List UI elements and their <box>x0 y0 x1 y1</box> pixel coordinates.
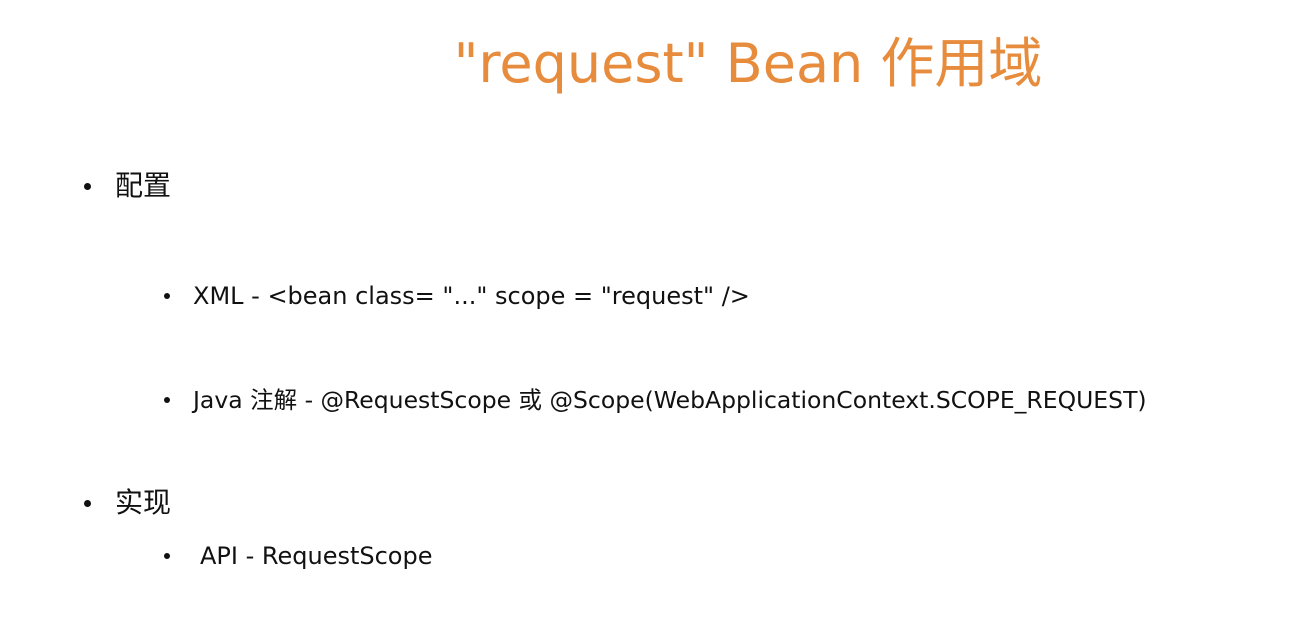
bullet-dot-icon <box>84 182 91 190</box>
bullet-config-label: 配置 <box>115 169 172 202</box>
slide-title: "request" Bean 作用域 <box>453 32 1043 95</box>
sub-bullet-api: API - RequestScope <box>164 538 433 574</box>
sub-bullet-xml-text: XML - <bean class= "..." scope = "reques… <box>193 282 750 310</box>
bullet-dot-icon <box>84 499 91 507</box>
sub-bullet-xml: XML - <bean class= "..." scope = "reques… <box>164 278 750 314</box>
sub-bullet-java: Java 注解 - @RequestScope 或 @Scope(WebAppl… <box>164 382 1147 418</box>
sub-bullet-java-text: Java 注解 - @RequestScope 或 @Scope(WebAppl… <box>193 386 1147 414</box>
bullet-impl: 实现 <box>84 483 171 523</box>
bullet-dot-icon <box>164 293 170 299</box>
bullet-impl-label: 实现 <box>115 486 172 519</box>
bullet-config: 配置 <box>84 166 171 206</box>
bullet-dot-icon <box>164 553 170 559</box>
bullet-dot-icon <box>164 397 170 403</box>
sub-bullet-api-text: API - RequestScope <box>200 542 433 570</box>
